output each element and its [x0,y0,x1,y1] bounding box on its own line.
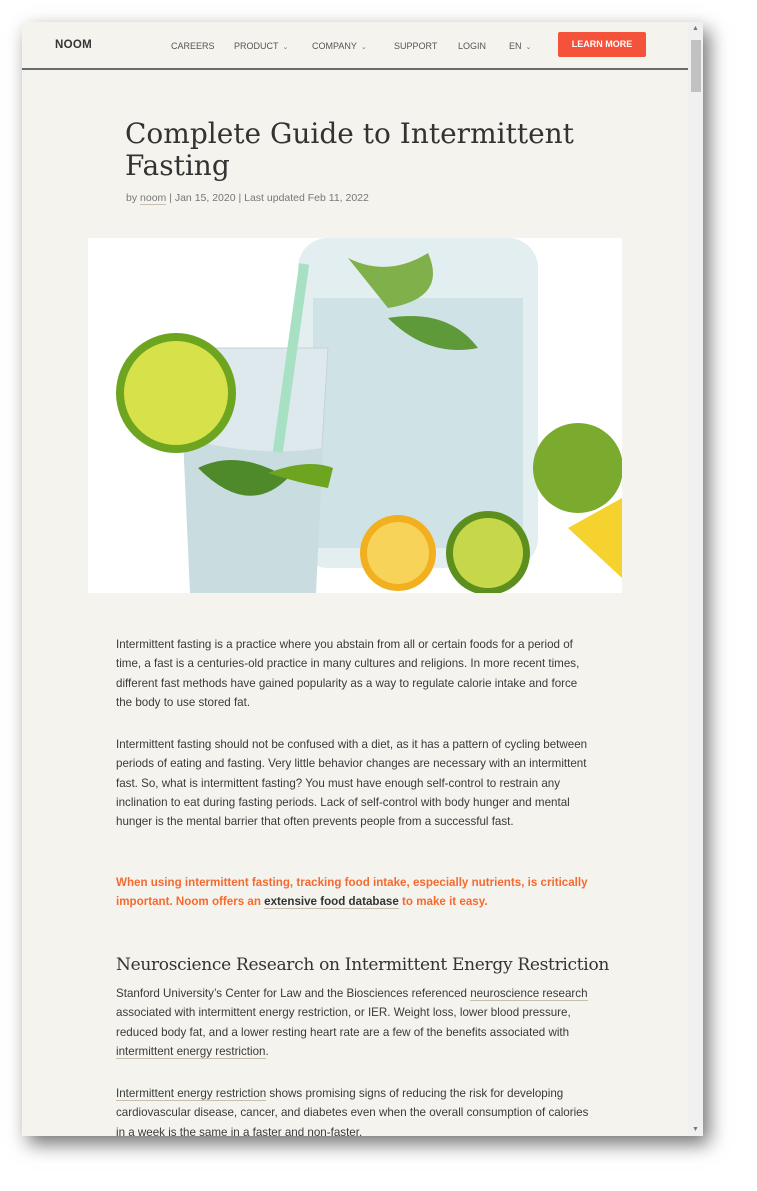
nav-label: PRODUCT [234,41,279,51]
nav-label: SUPPORT [394,41,438,51]
section-heading: Neuroscience Research on Intermittent En… [116,955,610,975]
paragraph-research: Stanford University’s Center for Law and… [116,984,596,1061]
text: associated with intermittent energy rest… [116,1006,571,1039]
hero-illustration [116,238,622,593]
scroll-up-icon[interactable]: ▲ [692,25,699,32]
neuroscience-research-link[interactable]: neuroscience research [470,987,588,1001]
noom-logo[interactable]: NOOM [55,39,92,51]
scroll-down-icon[interactable]: ▼ [692,1126,699,1133]
byline-dates: | Jan 15, 2020 | Last updated Feb 11, 20… [166,192,369,204]
paragraph-intro: Intermittent fasting is a practice where… [116,638,580,709]
callout-text: to make it easy. [398,895,488,909]
scrollbar[interactable]: ▲ ▼ [688,22,703,1136]
scrollbar-thumb[interactable] [691,40,701,92]
nav-label: LOGIN [458,41,487,51]
food-database-link[interactable]: extensive food database [264,895,399,910]
nav-label: EN [509,41,522,51]
text: . [265,1044,269,1058]
browser-window: NOOM CAREERS PRODUCT ⌄ COMPANY ⌄ SUPPORT L… [22,22,703,1136]
nav-company[interactable]: COMPANY ⌄ [312,41,367,51]
nav-product[interactable]: PRODUCT ⌄ [234,41,288,51]
hero-image [88,238,622,593]
page-title: Complete Guide to Intermittent Fasting [125,117,574,182]
nav-support[interactable]: SUPPORT [394,41,437,51]
top-nav: NOOM CAREERS PRODUCT ⌄ COMPANY ⌄ SUPPORT L… [22,22,688,70]
chevron-down-icon: ⌄ [360,44,367,51]
ier-link[interactable]: Intermittent energy restriction [116,1087,267,1101]
paragraph-diet: Intermittent fasting should not be confu… [116,738,588,829]
byline: by noom | Jan 15, 2020 | Last updated Fe… [126,192,369,205]
paragraph-risk: Intermittent energy restriction shows pr… [116,1084,596,1136]
learn-more-button[interactable]: LEARN MORE [558,32,646,57]
callout-paragraph: When using intermittent fasting, trackin… [116,873,596,912]
chevron-down-icon: ⌄ [525,44,532,51]
nav-careers[interactable]: CAREERS [171,41,215,51]
ier-link[interactable]: intermittent energy restriction [116,1044,266,1059]
nav-login[interactable]: LOGIN [458,41,486,51]
text: Stanford University’s Center for Law and… [116,987,471,1000]
nav-label: CAREERS [171,41,215,51]
byline-by: by [126,192,141,204]
chevron-down-icon: ⌄ [282,44,289,51]
author-link[interactable]: noom [140,192,167,205]
nav-label: COMPANY [312,41,357,51]
language-select[interactable]: EN ⌄ [509,41,531,51]
